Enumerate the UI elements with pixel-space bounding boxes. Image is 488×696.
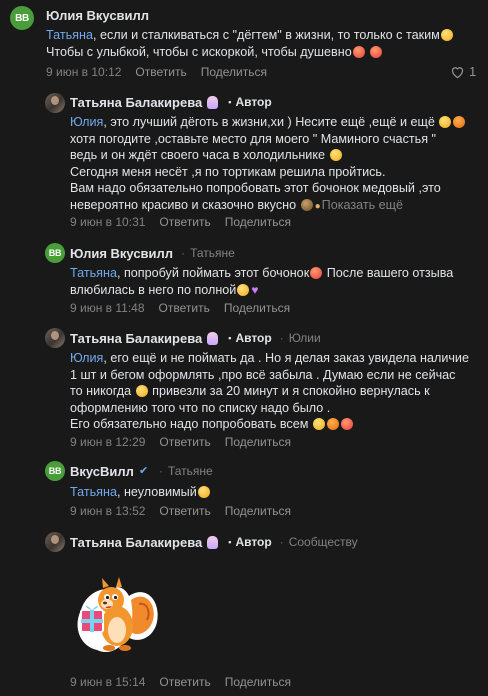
reply-button[interactable]: Ответить	[159, 215, 210, 229]
author-badge: • Автор	[228, 95, 272, 109]
comment-author[interactable]: Татьяна Балакирева	[70, 535, 202, 550]
comment-author[interactable]: ВкусВилл	[70, 464, 134, 479]
comment-time[interactable]: 9 июн в 10:12	[46, 65, 121, 79]
mention-link[interactable]: Татьяна	[70, 266, 117, 280]
comment-author[interactable]: Юлия Вкусвилл	[70, 246, 173, 261]
emoji	[352, 45, 365, 58]
comment-text: Юлия, его ещё и не поймать да . Но я дел…	[70, 351, 469, 431]
emoji	[326, 418, 339, 430]
reply-button[interactable]: Ответить	[159, 301, 210, 315]
heart-icon	[451, 66, 464, 78]
show-more-link[interactable]: Показать ещё	[322, 198, 403, 212]
emoji	[439, 116, 452, 128]
reply-button[interactable]: Ответить	[159, 675, 210, 689]
comments-thread: ВВ Юлия Вкусвилл Татьяна, если и сталкив…	[0, 0, 488, 696]
emoji	[329, 149, 342, 161]
share-button[interactable]: Поделиться	[201, 65, 267, 79]
share-button[interactable]: Поделиться	[225, 675, 291, 689]
avatar[interactable]	[45, 532, 65, 552]
like-button[interactable]: 1	[450, 64, 476, 79]
mention-link[interactable]: Юлия	[70, 351, 103, 365]
hand-emoji-icon	[207, 95, 219, 109]
emoji	[312, 418, 325, 430]
avatar[interactable]: ВВ	[45, 243, 65, 263]
like-count: 1	[469, 64, 477, 79]
comment-text: Татьяна, если и сталкиваться с "дёгтем" …	[46, 27, 454, 60]
share-button[interactable]: Поделиться	[225, 504, 291, 518]
avatar[interactable]	[45, 93, 65, 113]
reply-button[interactable]: Ответить	[159, 435, 210, 449]
reply-button[interactable]: Ответить	[135, 65, 186, 79]
share-button[interactable]: Поделиться	[224, 301, 290, 315]
author-badge: • Автор	[228, 535, 272, 549]
comment-time[interactable]: 9 июн в 13:52	[70, 504, 145, 518]
mention-link[interactable]: Татьяна	[70, 485, 117, 499]
comment-author[interactable]: Юлия Вкусвилл	[46, 8, 149, 23]
emoji: ●	[314, 200, 321, 212]
reply-to-link[interactable]: Сообществу	[280, 535, 358, 549]
emoji	[135, 385, 148, 397]
emoji	[197, 486, 210, 498]
emoji	[453, 116, 466, 128]
hand-emoji-icon	[207, 331, 219, 345]
share-button[interactable]: Поделиться	[225, 435, 291, 449]
comment-time[interactable]: 9 июн в 11:48	[70, 301, 145, 315]
emoji	[340, 418, 353, 430]
emoji	[237, 283, 250, 296]
verified-check-icon: ✔	[138, 465, 149, 477]
reply-button[interactable]: Ответить	[159, 504, 210, 518]
emoji	[370, 45, 383, 58]
avatar[interactable]: ВВ	[10, 6, 34, 30]
emoji	[440, 29, 453, 41]
comment-text: Татьяна, попробуй поймать этот бочонок П…	[70, 266, 454, 297]
comment-time[interactable]: 9 июн в 15:14	[70, 675, 145, 689]
mention-link[interactable]: Юлия	[70, 115, 103, 129]
comment-author[interactable]: Татьяна Балакирева	[70, 95, 202, 110]
reply-to-link[interactable]: Татьяне	[181, 246, 235, 260]
author-badge: • Автор	[228, 331, 272, 345]
avatar[interactable]	[45, 328, 65, 348]
reply-to-link[interactable]: Юлии	[280, 331, 321, 345]
avatar[interactable]: ВВ	[45, 461, 65, 481]
emoji	[310, 267, 323, 279]
squirrel-gift-sticker	[77, 577, 158, 653]
comment-text: Юлия, это лучший дёготь в жизни,хи ) Нес…	[70, 114, 466, 213]
emoji	[300, 198, 313, 211]
comment-author[interactable]: Татьяна Балакирева	[70, 331, 202, 346]
share-button[interactable]: Поделиться	[225, 215, 291, 229]
hand-emoji-icon	[207, 535, 219, 549]
mention-link[interactable]: Татьяна	[46, 28, 93, 42]
reply-to-link[interactable]: Татьяне	[159, 464, 213, 478]
purple-heart-emoji: ♥	[251, 282, 259, 297]
comment-time[interactable]: 9 июн в 10:31	[70, 215, 145, 229]
comment-text: Татьяна, неуловимый	[70, 484, 211, 501]
comment-time[interactable]: 9 июн в 12:29	[70, 435, 145, 449]
